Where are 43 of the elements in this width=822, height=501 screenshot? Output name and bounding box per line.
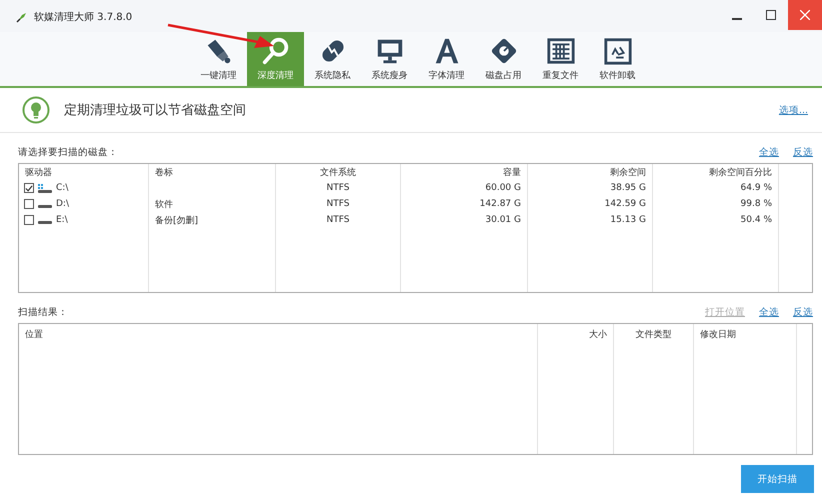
table-cell: 30.01 G [401, 212, 528, 228]
tip-text: 定期清理垃圾可以节省磁盘空间 [64, 102, 246, 119]
grid-icon [546, 36, 576, 66]
close-icon [800, 10, 810, 20]
toolbar-tab[interactable]: 字体清理 [418, 32, 475, 86]
result-action-link[interactable]: 反选 [793, 306, 813, 318]
section-label: 扫描结果： [18, 306, 68, 318]
toolbar-tab[interactable]: 一键清理 [190, 32, 247, 86]
window-title: 软媒清理大师 3.7.8.0 [34, 10, 132, 24]
table-cell: 142.59 G [528, 196, 653, 212]
table-cell: 64.9 % [653, 180, 779, 196]
maximize-icon [766, 10, 776, 20]
close-button[interactable] [788, 0, 822, 30]
checkbox[interactable] [24, 199, 34, 209]
toolbar-tab[interactable]: 系统隐私 [304, 32, 361, 86]
checkbox[interactable] [24, 183, 34, 193]
table-cell: 软件 [149, 196, 276, 212]
search-icon [260, 36, 290, 66]
table-cell: 15.13 G [528, 212, 653, 228]
toolbar-tab[interactable]: 软件卸载 [589, 32, 646, 86]
table-cell: NTFS [276, 196, 401, 212]
table-cell: 50.4 % [653, 212, 779, 228]
toolbar-tab[interactable]: 系统瘦身 [361, 32, 418, 86]
table-cell: 备份[勿删] [149, 212, 276, 228]
toolbar-tab[interactable]: 磁盘占用 [475, 32, 532, 86]
select-all-link[interactable]: 全选 [759, 146, 779, 158]
table-cell: NTFS [276, 212, 401, 228]
table-cell: 60.00 G [401, 180, 528, 196]
checkbox[interactable] [24, 215, 34, 225]
result-action-link[interactable]: 全选 [759, 306, 779, 318]
table-cell: 142.87 G [401, 196, 528, 212]
minimize-icon [732, 18, 742, 20]
drive-name: D:\ [56, 199, 69, 209]
options-link[interactable]: 选项... [778, 104, 808, 116]
lightbulb-icon [22, 96, 50, 124]
drive-name: C:\ [56, 183, 68, 193]
table-cell: NTFS [276, 180, 401, 196]
section-label: 请选择要扫描的磁盘： [18, 146, 118, 158]
table-cell: 99.8 % [653, 196, 779, 212]
table-cell: 38.95 G [528, 180, 653, 196]
drive-name: E:\ [56, 215, 68, 225]
toolbar-tab[interactable]: 重复文件 [532, 32, 589, 86]
invert-selection-link[interactable]: 反选 [793, 146, 813, 158]
